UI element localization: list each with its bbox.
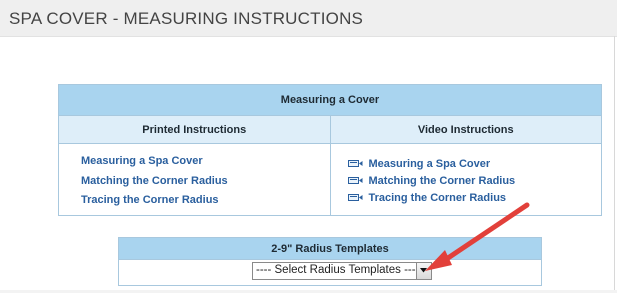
video-camera-icon (347, 176, 362, 184)
measuring-cover-title: Measuring a Cover (58, 84, 602, 116)
video-link-measuring-spa-cover[interactable]: Measuring a Spa Cover (369, 158, 491, 170)
printed-links-list: Measuring a Spa Cover Matching the Corne… (59, 144, 330, 211)
dropdown-button[interactable] (416, 263, 431, 279)
list-item: Tracing the Corner Radius (81, 191, 330, 211)
printed-link-measuring-spa-cover[interactable]: Measuring a Spa Cover (81, 155, 203, 167)
printed-instructions-cell: Measuring a Spa Cover Matching the Corne… (58, 143, 331, 216)
video-camera-icon (347, 159, 362, 167)
list-item: Matching the Corner Radius (81, 172, 330, 192)
list-item: Measuring a Spa Cover (81, 152, 330, 172)
video-camera-icon (347, 193, 362, 201)
frame-edge-right (614, 36, 615, 293)
radius-templates-select-value: ---- Select Radius Templates ---- (256, 264, 420, 276)
printed-link-tracing-corner-radius[interactable]: Tracing the Corner Radius (81, 194, 219, 206)
video-link-matching-corner-radius[interactable]: Matching the Corner Radius (369, 175, 516, 187)
video-instructions-cell: Measuring a Spa Cover Matching the Corne… (329, 143, 602, 216)
printed-link-matching-corner-radius[interactable]: Matching the Corner Radius (81, 175, 228, 187)
printed-instructions-heading: Printed Instructions (58, 115, 331, 144)
page-title: SPA COVER - MEASURING INSTRUCTIONS (9, 9, 364, 28)
page-header: SPA COVER - MEASURING INSTRUCTIONS (0, 0, 617, 37)
radius-templates-table: 2-9" Radius Templates ---- Select Radius… (118, 237, 542, 286)
video-link-tracing-corner-radius[interactable]: Tracing the Corner Radius (369, 192, 507, 204)
chevron-down-icon (420, 268, 427, 273)
radius-templates-cell: ---- Select Radius Templates ---- (118, 259, 542, 286)
radius-templates-select[interactable]: ---- Select Radius Templates ---- (252, 262, 432, 280)
list-item: Matching the Corner Radius (347, 173, 602, 190)
video-instructions-heading: Video Instructions (329, 115, 602, 144)
list-item: Tracing the Corner Radius (347, 190, 602, 207)
measuring-cover-table: Measuring a Cover Printed Instructions V… (58, 84, 602, 216)
video-links-list: Measuring a Spa Cover Matching the Corne… (331, 144, 602, 207)
radius-templates-title: 2-9" Radius Templates (118, 237, 542, 260)
list-item: Measuring a Spa Cover (347, 156, 602, 173)
